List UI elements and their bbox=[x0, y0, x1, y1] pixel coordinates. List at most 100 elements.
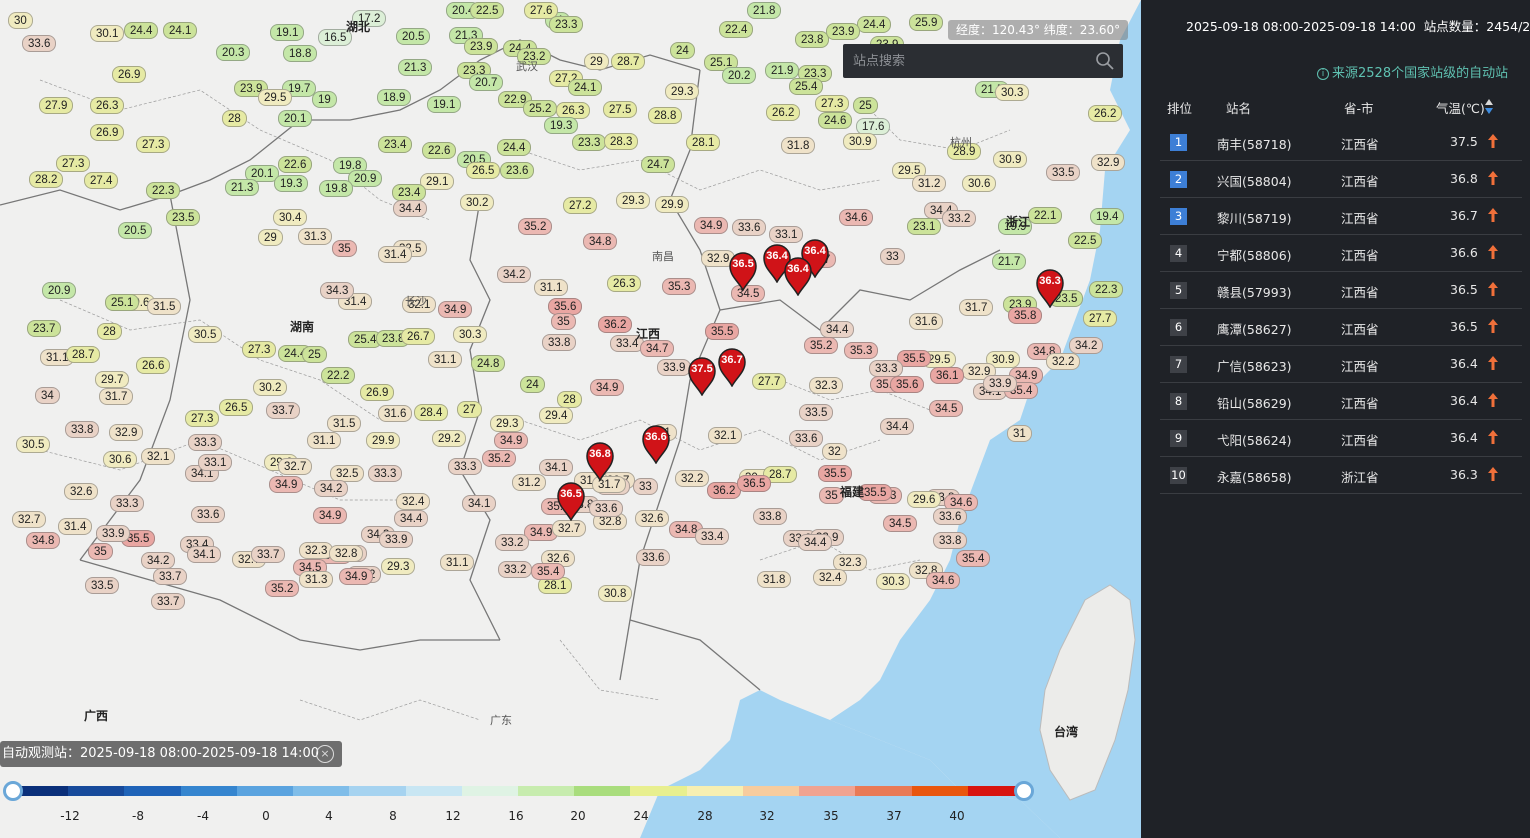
station-value[interactable]: 20.5 bbox=[118, 222, 153, 239]
station-value[interactable]: 33.6 bbox=[191, 506, 226, 523]
station-value[interactable]: 32.7 bbox=[552, 520, 587, 537]
station-value[interactable]: 32.7 bbox=[278, 458, 313, 475]
station-value[interactable]: 34.9 bbox=[590, 379, 625, 396]
station-value[interactable]: 34.6 bbox=[926, 572, 961, 589]
top-station-marker[interactable]: 36.6 bbox=[641, 424, 671, 464]
station-value[interactable]: 31.1 bbox=[428, 351, 463, 368]
station-value[interactable]: 26.9 bbox=[112, 66, 147, 83]
station-value[interactable]: 34.4 bbox=[393, 200, 428, 217]
station-value[interactable]: 26.9 bbox=[360, 384, 395, 401]
station-value[interactable]: 24.1 bbox=[163, 22, 198, 39]
station-value[interactable]: 34.3 bbox=[320, 282, 355, 299]
header-temp[interactable]: 气温(℃) bbox=[1436, 98, 1485, 117]
station-value[interactable]: 32.1 bbox=[141, 448, 176, 465]
station-value[interactable]: 26.2 bbox=[1088, 105, 1123, 122]
station-value[interactable]: 28.7 bbox=[611, 53, 646, 70]
temperature-map[interactable]: 3024.424.117.22120.422.527.623.321.824.4… bbox=[0, 0, 1141, 838]
station-value[interactable]: 23.9 bbox=[464, 38, 499, 55]
station-value[interactable]: 35.6 bbox=[890, 376, 925, 393]
station-value[interactable]: 21.3 bbox=[225, 179, 260, 196]
station-value[interactable]: 32.9 bbox=[109, 424, 144, 441]
station-value[interactable]: 33.3 bbox=[110, 495, 145, 512]
station-value[interactable]: 35.3 bbox=[662, 278, 697, 295]
top-station-marker[interactable]: 36.8 bbox=[585, 441, 615, 481]
station-value[interactable]: 31.8 bbox=[781, 137, 816, 154]
station-value[interactable]: 33.6 bbox=[589, 500, 624, 517]
ranking-row[interactable]: 7 广信(58623) 江西省 36.4 bbox=[1160, 346, 1522, 383]
station-value[interactable]: 33 bbox=[880, 248, 905, 265]
station-value[interactable]: 29 bbox=[584, 53, 609, 70]
ranking-row[interactable]: 1 南丰(58718) 江西省 37.5 bbox=[1160, 124, 1522, 161]
station-value[interactable]: 30.3 bbox=[995, 84, 1030, 101]
station-value[interactable]: 27.3 bbox=[56, 155, 91, 172]
station-value[interactable]: 34.7 bbox=[640, 340, 675, 357]
station-value[interactable]: 25 bbox=[853, 97, 878, 114]
ranking-row[interactable]: 9 弋阳(58624) 江西省 36.4 bbox=[1160, 420, 1522, 457]
station-value[interactable]: 32.4 bbox=[813, 569, 848, 586]
station-value[interactable]: 19.1 bbox=[427, 96, 462, 113]
station-value[interactable]: 34.2 bbox=[141, 552, 176, 569]
station-value[interactable]: 24 bbox=[520, 376, 545, 393]
station-value[interactable]: 31.2 bbox=[912, 175, 947, 192]
ranking-row[interactable]: 6 鹰潭(58627) 江西省 36.5 bbox=[1160, 309, 1522, 346]
station-value[interactable]: 34.8 bbox=[26, 532, 61, 549]
station-value[interactable]: 34.9 bbox=[694, 217, 729, 234]
station-value[interactable]: 32.9 bbox=[1091, 154, 1126, 171]
station-value[interactable]: 19.8 bbox=[319, 180, 354, 197]
station-value[interactable]: 22.3 bbox=[146, 182, 181, 199]
station-value[interactable]: 27.3 bbox=[242, 341, 277, 358]
ranking-row[interactable]: 10 永嘉(58658) 浙江省 36.3 bbox=[1160, 457, 1522, 494]
station-value[interactable]: 36.2 bbox=[598, 316, 633, 333]
station-value[interactable]: 20.3 bbox=[216, 44, 251, 61]
station-value[interactable]: 32.2 bbox=[675, 470, 710, 487]
station-value[interactable]: 34.4 bbox=[820, 321, 855, 338]
station-value[interactable]: 27.9 bbox=[39, 97, 74, 114]
station-value[interactable]: 27.3 bbox=[815, 95, 850, 112]
top-station-marker[interactable]: 36.7 bbox=[717, 347, 747, 387]
station-value[interactable]: 34.9 bbox=[494, 432, 529, 449]
station-value[interactable]: 35.2 bbox=[804, 337, 839, 354]
station-value[interactable]: 35.4 bbox=[531, 563, 566, 580]
station-value[interactable]: 30.6 bbox=[103, 451, 138, 468]
station-value[interactable]: 33.6 bbox=[933, 508, 968, 525]
station-value[interactable]: 33.8 bbox=[65, 421, 100, 438]
station-value[interactable]: 28.8 bbox=[648, 107, 683, 124]
station-value[interactable]: 29.3 bbox=[381, 558, 416, 575]
station-value[interactable]: 33.2 bbox=[498, 561, 533, 578]
station-value[interactable]: 19.4 bbox=[1090, 208, 1125, 225]
station-value[interactable]: 30.3 bbox=[876, 573, 911, 590]
station-value[interactable]: 27 bbox=[457, 401, 482, 418]
station-value[interactable]: 24.4 bbox=[124, 22, 159, 39]
station-value[interactable]: 19 bbox=[312, 91, 337, 108]
station-value[interactable]: 31.4 bbox=[378, 246, 413, 263]
station-value[interactable]: 23.3 bbox=[572, 134, 607, 151]
station-value[interactable]: 24.6 bbox=[818, 112, 853, 129]
station-value[interactable]: 27.3 bbox=[136, 136, 171, 153]
legend-min-handle[interactable] bbox=[3, 781, 23, 801]
station-value[interactable]: 34.1 bbox=[462, 495, 497, 512]
station-value[interactable]: 33.2 bbox=[942, 210, 977, 227]
station-value[interactable]: 21.3 bbox=[398, 59, 433, 76]
station-value[interactable]: 28.7 bbox=[66, 346, 101, 363]
station-value[interactable]: 29.9 bbox=[655, 196, 690, 213]
station-value[interactable]: 33.7 bbox=[151, 593, 186, 610]
station-value[interactable]: 33.7 bbox=[251, 546, 286, 563]
station-value[interactable]: 33.6 bbox=[789, 430, 824, 447]
station-value[interactable]: 35.5 bbox=[818, 465, 853, 482]
station-value[interactable]: 33.8 bbox=[542, 334, 577, 351]
ranking-row[interactable]: 2 兴国(58804) 江西省 36.8 bbox=[1160, 161, 1522, 198]
station-value[interactable]: 31.5 bbox=[327, 415, 362, 432]
station-value[interactable]: 29 bbox=[258, 229, 283, 246]
station-value[interactable]: 33.8 bbox=[753, 508, 788, 525]
station-value[interactable]: 32.6 bbox=[64, 483, 99, 500]
station-value[interactable]: 31.3 bbox=[299, 571, 334, 588]
station-value[interactable]: 25.4 bbox=[789, 78, 824, 95]
station-value[interactable]: 19.3 bbox=[544, 117, 579, 134]
station-value[interactable]: 28 bbox=[97, 323, 122, 340]
station-value[interactable]: 34.4 bbox=[880, 418, 915, 435]
station-value[interactable]: 19.1 bbox=[270, 24, 305, 41]
station-value[interactable]: 34.2 bbox=[314, 480, 349, 497]
station-value[interactable]: 18.8 bbox=[283, 45, 318, 62]
station-value[interactable]: 26.5 bbox=[466, 162, 501, 179]
station-value[interactable]: 23.6 bbox=[500, 162, 535, 179]
